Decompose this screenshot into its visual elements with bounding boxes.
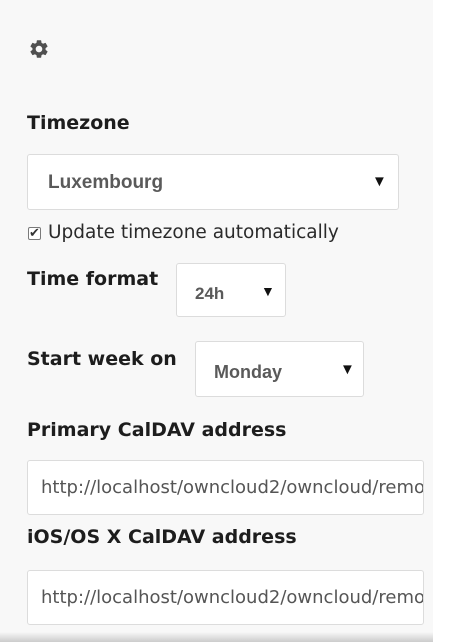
timezone-select[interactable]: Luxembourg ▼ — [27, 154, 399, 210]
time-format-selected-value: 24h — [195, 284, 225, 303]
time-format-label: Time format — [27, 268, 159, 290]
time-format-select[interactable]: 24h ▼ — [176, 263, 286, 317]
ios-caldav-label: iOS/OS X CalDAV address — [27, 526, 297, 548]
checkmark-icon: ✔ — [29, 225, 40, 240]
auto-timezone-label: Update timezone automatically — [48, 222, 339, 243]
gear-icon[interactable] — [28, 38, 50, 60]
ios-caldav-input[interactable]: http://localhost/owncloud2/owncloud/remo… — [27, 570, 424, 625]
auto-timezone-checkbox[interactable]: ✔ — [28, 225, 41, 240]
primary-caldav-label: Primary CalDAV address — [27, 419, 287, 441]
chevron-down-icon: ▼ — [372, 173, 387, 190]
panel-bottom-shadow — [0, 632, 433, 642]
start-week-select[interactable]: Monday ▼ — [195, 341, 364, 397]
timezone-label: Timezone — [27, 112, 130, 134]
calendar-settings-panel: Timezone Luxembourg ▼ ✔ Update timezone … — [0, 0, 433, 642]
auto-timezone-row: ✔ Update timezone automatically — [28, 222, 428, 246]
chevron-down-icon: ▼ — [340, 361, 355, 378]
start-week-selected-value: Monday — [214, 362, 283, 382]
chevron-down-icon: ▼ — [261, 283, 275, 299]
timezone-selected-value: Luxembourg — [48, 172, 164, 193]
primary-caldav-input[interactable]: http://localhost/owncloud2/owncloud/remo… — [27, 460, 424, 515]
start-week-label: Start week on — [27, 348, 177, 370]
